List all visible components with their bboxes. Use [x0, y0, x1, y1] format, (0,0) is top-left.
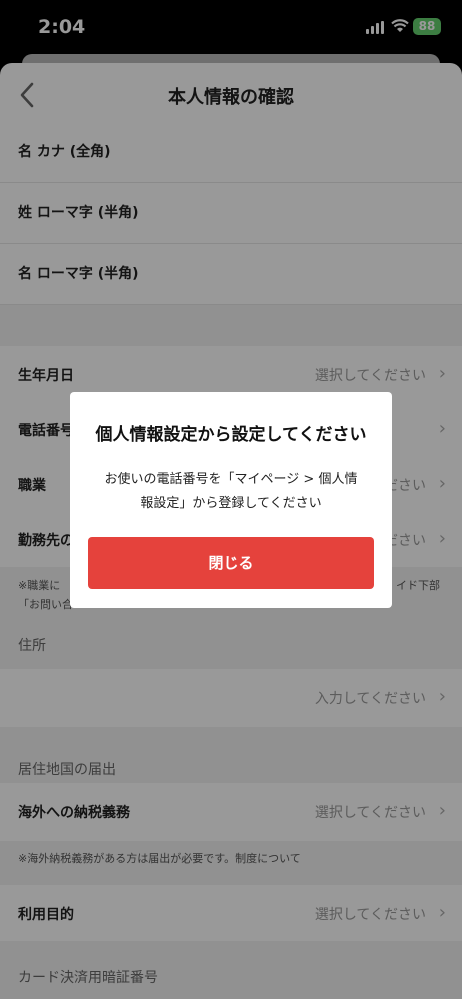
dialog-message: お使いの電話番号を「マイページ > 個人情 報設定」から登録してください	[88, 468, 374, 516]
dialog-title: 個人情報設定から設定してください	[95, 425, 367, 445]
dialog-message-line: 報設定」から登録してください	[140, 496, 322, 511]
alert-dialog: 個人情報設定から設定してください お使いの電話番号を「マイページ > 個人情 報…	[70, 392, 392, 608]
close-button[interactable]: 閉じる	[88, 537, 374, 589]
dialog-message-line: お使いの電話番号を「マイページ > 個人情	[104, 472, 358, 487]
